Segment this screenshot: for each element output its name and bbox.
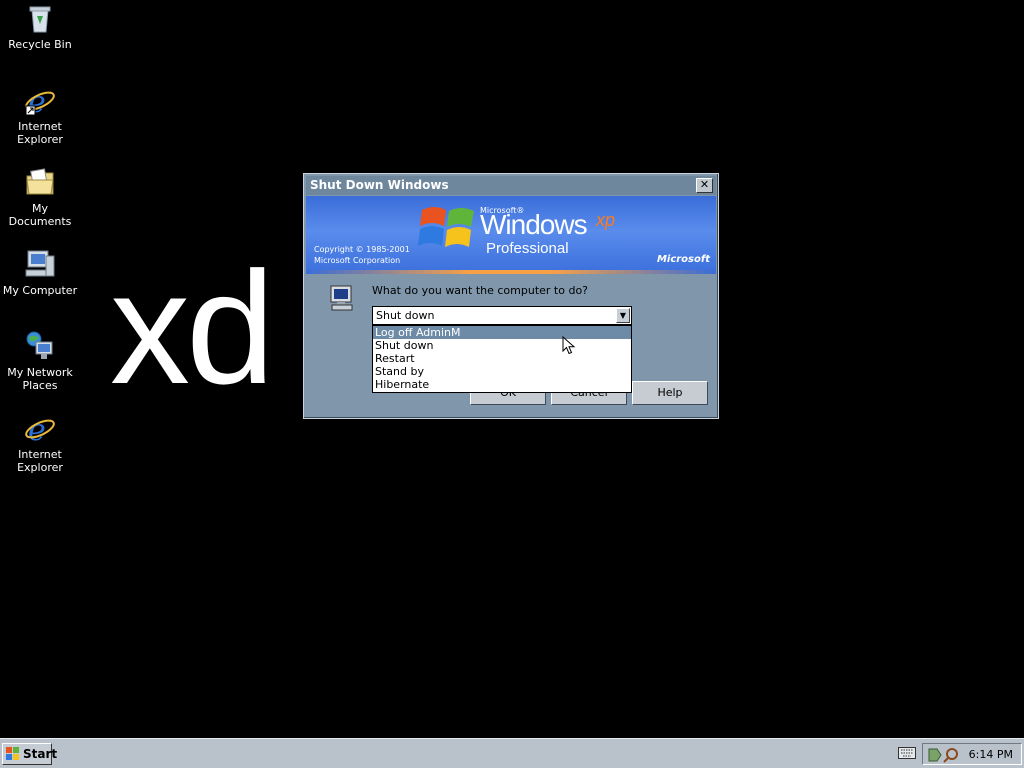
desktop-icon-recycle-bin[interactable]: Recycle Bin [0, 2, 80, 51]
shutdown-option-list: Log off AdminM Shut down Restart Stand b… [372, 325, 632, 393]
system-tray: 6:14 PM [922, 743, 1022, 765]
chevron-down-icon[interactable]: ▼ [616, 308, 630, 323]
my-computer-icon [25, 250, 55, 277]
desktop-icon-internet-explorer-2[interactable]: e Internet Explorer [0, 412, 80, 474]
shutdown-option-select[interactable]: Shut down ▼ [372, 306, 632, 325]
windows-wordmark: Windows [480, 209, 588, 240]
dialog-titlebar[interactable]: Shut Down Windows ✕ [306, 176, 716, 195]
microsoft-logo: Microsoft [656, 254, 710, 265]
close-button[interactable]: ✕ [696, 178, 713, 193]
computer-icon [330, 285, 353, 311]
desktop-icon-label: My Network Places [7, 366, 73, 392]
windows-flag-icon [418, 207, 474, 247]
internet-explorer-icon: e [25, 413, 55, 444]
copyright-line-1: Copyright © 1985-2001 [314, 245, 410, 254]
start-button[interactable]: Start [2, 743, 57, 765]
clock: 6:14 PM [968, 748, 1013, 761]
edition-text: Professional [486, 240, 569, 257]
shutdown-question: What do you want the computer to do? [372, 284, 589, 297]
copyright-line-2: Microsoft Corporation [314, 256, 401, 265]
start-label: Start [23, 747, 58, 761]
desktop-icon-my-computer[interactable]: My Computer [0, 248, 80, 297]
selected-option: Shut down [376, 309, 435, 322]
taskbar: Start 6:14 PM [0, 738, 1024, 768]
windows-xp-banner: Microsoft® Windows xp Professional Copyr… [306, 196, 716, 274]
option-restart[interactable]: Restart [373, 352, 631, 365]
banner-stripe [306, 270, 716, 274]
option-shut-down[interactable]: Shut down [373, 339, 631, 352]
desktop-icon-label: My Computer [2, 284, 78, 297]
option-log-off[interactable]: Log off AdminM [373, 326, 631, 339]
keyboard-icon[interactable] [898, 747, 916, 759]
tray-icons[interactable] [927, 747, 963, 763]
desktop-icon-my-documents[interactable]: My Documents [0, 166, 80, 228]
desktop-icon-label: My Documents [8, 202, 72, 228]
internet-explorer-icon: e [25, 85, 55, 116]
dialog-title: Shut Down Windows [310, 178, 449, 192]
desktop-icon-internet-explorer[interactable]: e Internet Explorer [0, 84, 80, 146]
my-documents-icon [26, 168, 54, 195]
desktop-icon-label: Recycle Bin [8, 38, 72, 51]
desktop-big-text: xd [110, 238, 275, 417]
option-hibernate[interactable]: Hibernate [373, 378, 631, 391]
help-button[interactable]: Help [632, 381, 708, 405]
xp-wordmark: xp [596, 210, 616, 230]
desktop-icon-my-network-places[interactable]: My Network Places [0, 330, 80, 392]
my-network-places-icon [26, 331, 53, 359]
recycle-bin-icon [29, 6, 51, 33]
desktop-icon-label: Internet Explorer [17, 120, 63, 146]
windows-logo-icon [6, 747, 19, 760]
copyright-text: Copyright © 1985-2001 Microsoft Corporat… [314, 244, 410, 266]
option-stand-by[interactable]: Stand by [373, 365, 631, 378]
desktop-icon-label: Internet Explorer [17, 448, 63, 474]
mouse-cursor-icon [562, 336, 576, 355]
